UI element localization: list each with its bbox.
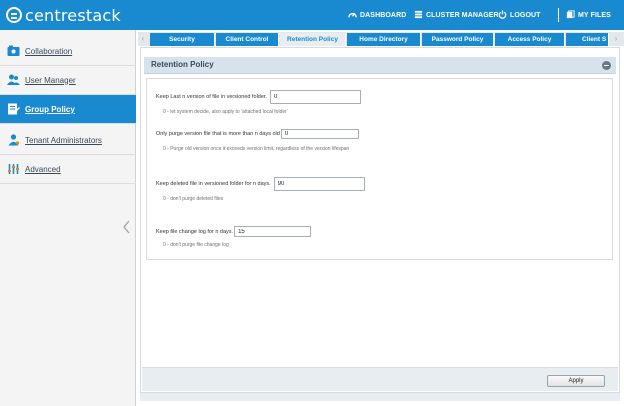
change-log-days-input[interactable] [234,226,312,237]
form-footer: Apply [142,367,618,391]
files-icon [566,9,575,21]
main-bottom-strip [140,393,620,401]
logo-icon [6,7,22,23]
field-hint: 0 - let system decide, also apply to 'at… [163,109,288,115]
tab-password-policy[interactable]: Password Policy [422,33,494,46]
advanced-icon [6,162,20,176]
power-icon [498,9,507,21]
collaboration-icon [6,44,20,58]
field-label: Keep deleted file in versioned folder fo… [156,181,271,187]
tab-scroll-left-icon[interactable]: ‹ [139,34,147,44]
policy-icon [6,102,20,116]
panel-title: Retention Policy [151,60,214,69]
logout-label: LOGOUT [510,11,541,19]
dashboard-icon [348,10,357,21]
retention-policy-form: Keep Last n version of file in versioned… [146,78,613,260]
sidebar-item-label: Tenant Administrators [25,135,102,145]
tab-home-directory[interactable]: Home Directory [347,33,421,46]
sidebar: Collaboration User Manager Group Policy … [0,30,136,406]
sidebar-item-label: Group Policy [25,104,75,114]
tab-retention-policy[interactable]: Retention Policy [280,33,346,46]
cluster-manager-label: CLUSTER MANAGER [426,11,499,19]
collapse-panel-icon[interactable] [602,61,611,70]
form-row-keep-last-versions: Keep Last n version of file in versioned… [156,90,361,104]
tab-security[interactable]: Security [150,33,215,46]
users-icon [6,73,20,87]
tab-bar: ‹ Security Client Control Retention Poli… [138,32,624,46]
admin-icon [6,133,20,147]
field-hint: 0 - don't purge deleted files [163,196,224,202]
apply-button[interactable]: Apply [547,375,605,387]
collapse-sidebar-icon[interactable] [122,220,131,234]
cluster-icon [414,10,423,21]
sidebar-item-user-manager[interactable]: User Manager [0,66,136,95]
cluster-manager-link[interactable]: CLUSTER MANAGER [414,0,499,30]
sidebar-item-group-policy[interactable]: Group Policy [0,95,136,124]
sidebar-item-label: User Manager [25,75,76,85]
field-hint: 0 - Purge old version once it exceeds ve… [163,146,350,152]
sidebar-item-collaboration[interactable]: Collaboration [0,37,136,66]
top-header: centrestack DASHBOARD CLUSTER MANAGER LO… [0,0,624,30]
panel-header: Retention Policy [144,57,616,74]
field-hint: 0 - don't purge file change log [163,242,229,248]
field-label: Keep Last n version of file in versioned… [156,94,267,100]
field-label: Only purge version file that is more tha… [156,131,280,137]
main-content: Retention Policy Keep Last n version of … [140,47,620,393]
sidebar-item-label: Advanced [25,164,61,174]
form-row-keep-deleted-days: Keep deleted file in versioned folder fo… [156,177,365,191]
form-row-purge-days-old: Only purge version file that is more tha… [156,129,359,139]
my-files-link[interactable]: MY FILES [566,0,611,30]
form-row-file-change-log-days: Keep file change log for n days. [156,226,312,237]
sidebar-item-tenant-administrators[interactable]: Tenant Administrators [0,126,136,155]
sidebar-item-advanced[interactable]: Advanced [0,155,136,184]
brand-name: centrestack [25,5,121,25]
field-label: Keep file change log for n days. [156,228,234,235]
tab-client-control[interactable]: Client Control [216,33,279,46]
header-divider [558,8,559,22]
keep-versions-input[interactable] [269,90,361,104]
brand-logo[interactable]: centrestack [6,5,121,25]
keep-deleted-days-input[interactable] [273,177,365,191]
dashboard-link[interactable]: DASHBOARD [348,0,406,30]
sidebar-item-label: Collaboration [25,46,73,56]
logout-link[interactable]: LOGOUT [498,0,541,30]
purge-days-input[interactable] [280,129,359,139]
dashboard-label: DASHBOARD [360,11,407,19]
tab-scroll-right-icon[interactable]: › [611,34,621,44]
my-files-label: MY FILES [578,11,611,19]
tab-client-settings[interactable]: Client S [566,33,609,46]
tab-access-policy[interactable]: Access Policy [495,33,565,46]
